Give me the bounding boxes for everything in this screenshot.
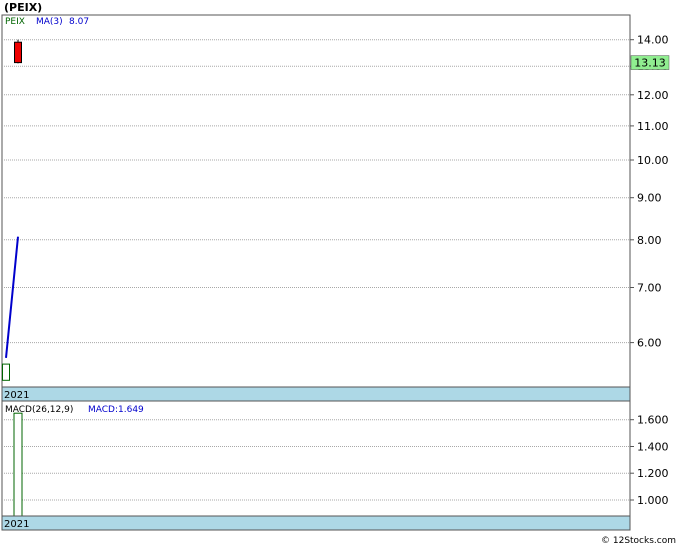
- price-axis-ticks: 6.007.008.009.0010.0011.0012.0013.0014.0…: [630, 34, 669, 350]
- candle-body: [2, 363, 10, 381]
- macd-panel: 1.0001.2001.4001.600 2021 MACD(26,12,9) …: [1, 400, 669, 531]
- macd-tick-label: 1.600: [637, 414, 669, 427]
- price-tick-label: 7.00: [637, 282, 662, 295]
- macd-legend-label: MACD(26,12,9): [5, 405, 73, 415]
- price-tick-label: 9.00: [637, 192, 662, 205]
- price-tick-label: 8.00: [637, 234, 662, 247]
- candle-body: [14, 41, 22, 64]
- macd-tick-label: 1.000: [637, 494, 669, 507]
- macd-date-band: [1, 515, 631, 531]
- price-date-band: [1, 386, 631, 402]
- macd-tick-label: 1.200: [637, 467, 669, 480]
- price-tick-label: 6.00: [637, 337, 662, 350]
- price-tick-label: 10.00: [637, 154, 669, 167]
- price-legend-ma-label: MA(3): [36, 17, 63, 27]
- macd-legend-value: MACD:1.649: [88, 405, 144, 415]
- macd-axis-ticks: 1.000 1.200 1.400 1.600: [630, 414, 669, 507]
- last-price-label: 13.13: [634, 57, 666, 70]
- price-panel: 6.007.008.009.0010.0011.0012.0013.0014.0…: [1, 14, 670, 402]
- macd-tick-label: 1.400: [637, 441, 669, 454]
- price-legend-symbol: PEIX: [5, 17, 25, 27]
- macd-bar: [13, 412, 23, 517]
- watermark-text: © 12Stocks.com: [601, 536, 676, 546]
- macd-marks: [13, 412, 23, 517]
- price-tick-label: 11.00: [637, 120, 669, 133]
- price-date-label: 2021: [4, 390, 29, 401]
- macd-panel-frame: [1, 400, 631, 531]
- price-legend-ma-value: 8.07: [69, 17, 89, 27]
- chart-title: (PEIX): [4, 1, 42, 14]
- stock-chart: (PEIX) © 12Stocks.com 6.00 7.00 8.00 9.00 10…: [0, 0, 680, 546]
- price-tick-label: 14.00: [637, 34, 669, 47]
- macd-date-label: 2021: [4, 519, 29, 530]
- price-tick-label: 12.00: [637, 89, 669, 102]
- chart-svg: (PEIX) © 12Stocks.com 6.00 7.00 8.00 9.00 10…: [1, 1, 676, 546]
